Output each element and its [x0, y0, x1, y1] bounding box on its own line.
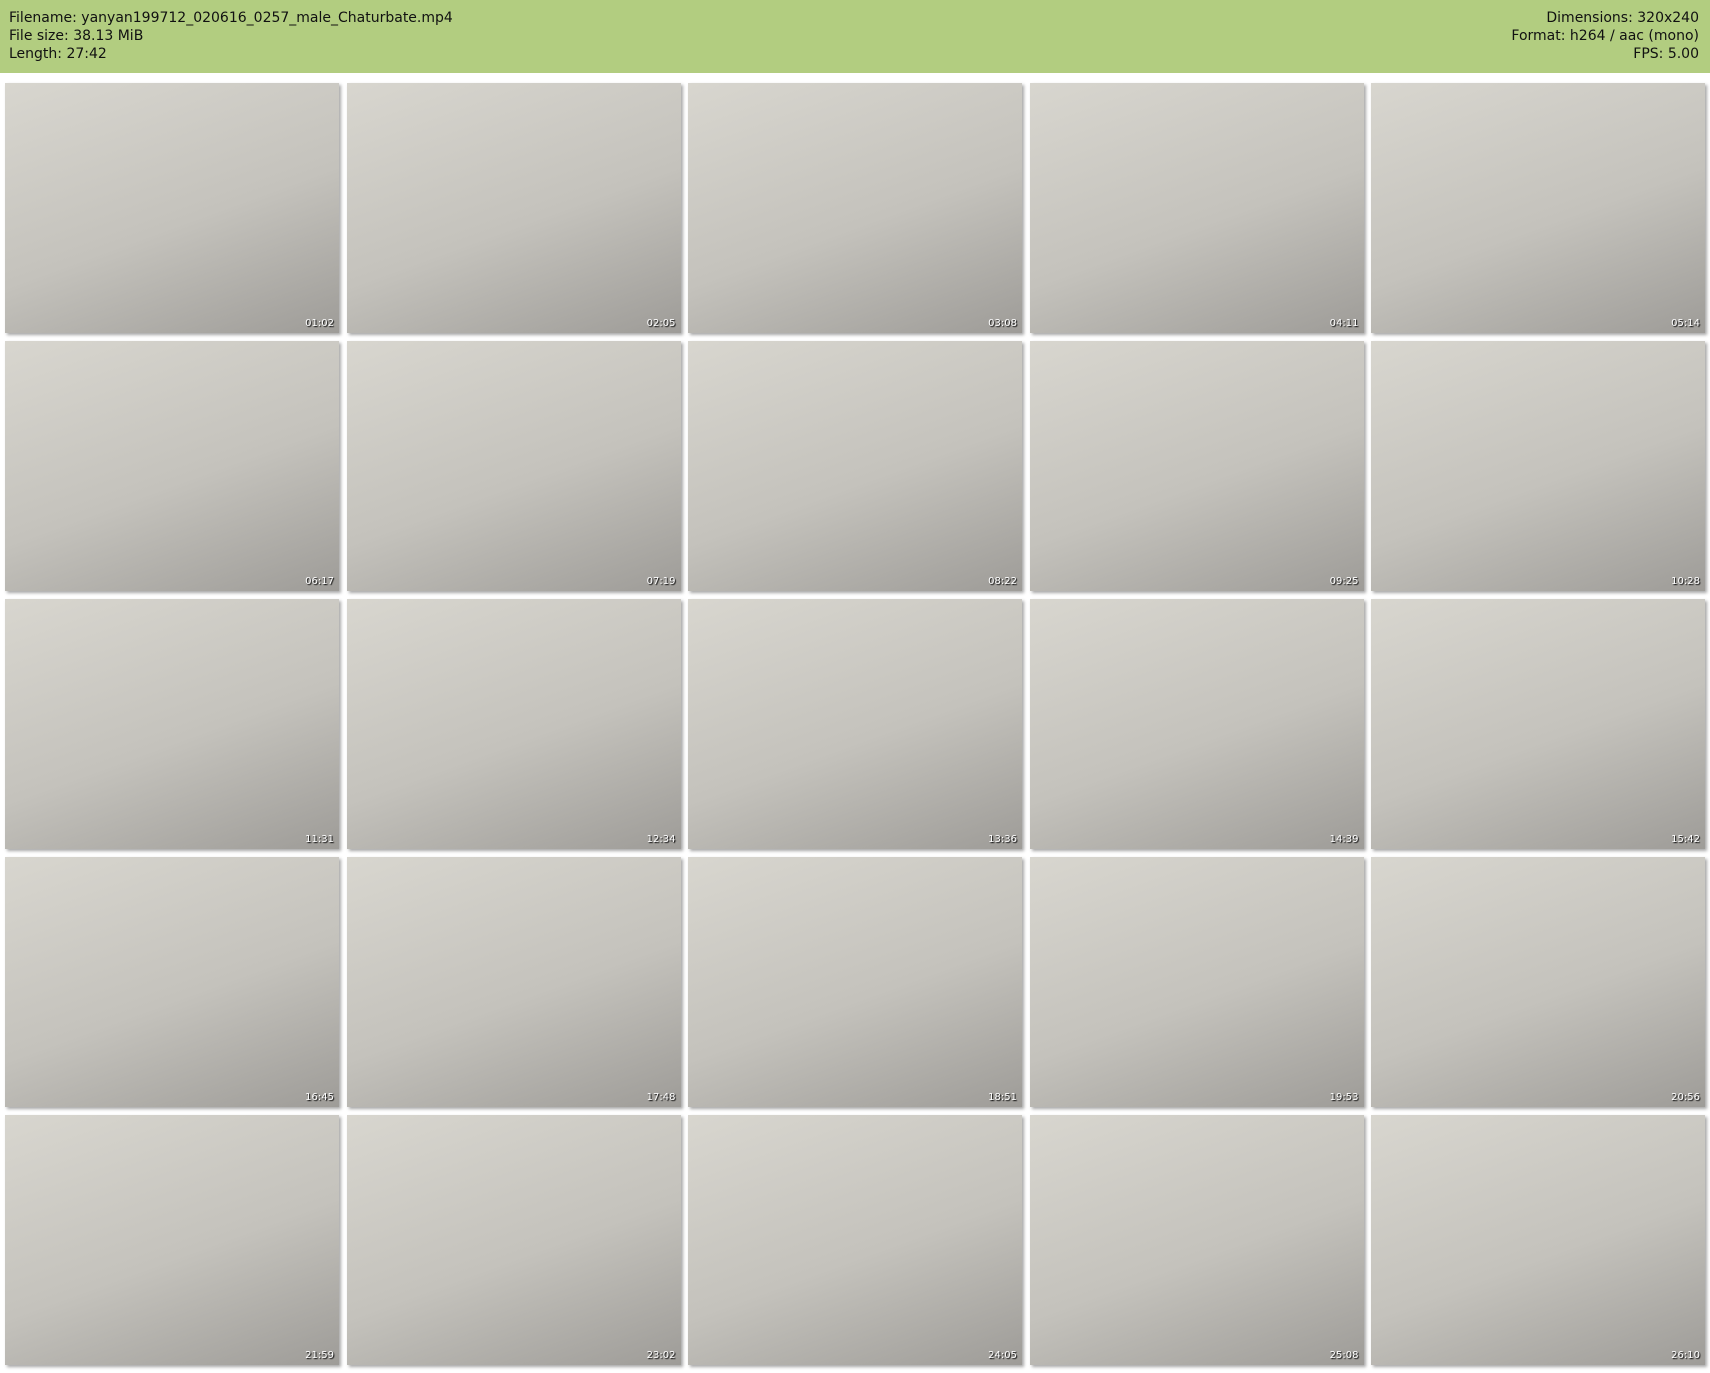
dimensions: Dimensions: 320x240: [1546, 10, 1699, 26]
thumbnail-grid: 01:02 02:05 03:08 04:11 05:14 06:17 07:19 08:22…: [5, 83, 1705, 1365]
timestamp: 14:39: [1329, 834, 1359, 845]
timestamp: 20:56: [1671, 1092, 1700, 1103]
video-thumbnail[interactable]: 20:56: [1371, 857, 1705, 1107]
video-thumbnail[interactable]: 13:36: [688, 599, 1022, 849]
timestamp: 18:51: [988, 1092, 1017, 1103]
video-thumbnail[interactable]: 18:51: [688, 857, 1022, 1107]
timestamp: 23:02: [646, 1350, 676, 1361]
video-thumbnail[interactable]: 07:19: [346, 341, 681, 591]
video-thumbnail[interactable]: 01:02: [5, 83, 339, 333]
timestamp: 04:11: [1329, 318, 1359, 329]
timestamp: 06:17: [305, 576, 334, 587]
video-thumbnail[interactable]: 23:02: [346, 1115, 681, 1365]
timestamp: 25:08: [1329, 1350, 1359, 1361]
video-thumbnail[interactable]: 10:28: [1371, 341, 1705, 591]
video-thumbnail[interactable]: 24:05: [688, 1115, 1022, 1365]
timestamp: 15:42: [1671, 834, 1700, 845]
video-thumbnail[interactable]: 12:34: [346, 599, 681, 849]
video-thumbnail[interactable]: 26:10: [1371, 1115, 1705, 1365]
timestamp: 13:36: [988, 834, 1017, 845]
timestamp: 09:25: [1329, 576, 1359, 587]
filename: Filename: yanyan199712_020616_0257_male_…: [9, 10, 453, 26]
video-thumbnail[interactable]: 09:25: [1029, 341, 1364, 591]
video-thumbnail[interactable]: 06:17: [5, 341, 339, 591]
timestamp: 12:34: [646, 834, 676, 845]
file-info-left: Filename: yanyan199712_020616_0257_male_…: [9, 9, 453, 63]
timestamp: 26:10: [1671, 1350, 1700, 1361]
timestamp: 24:05: [988, 1350, 1017, 1361]
timestamp: 16:45: [305, 1092, 334, 1103]
video-thumbnail[interactable]: 17:48: [346, 857, 681, 1107]
video-thumbnail[interactable]: 08:22: [688, 341, 1022, 591]
format: Format: h264 / aac (mono): [1511, 28, 1699, 44]
file-info-right: Dimensions: 320x240 Format: h264 / aac (…: [1511, 9, 1699, 63]
length: Length: 27:42: [9, 46, 107, 62]
timestamp: 10:28: [1671, 576, 1700, 587]
video-thumbnail[interactable]: 04:11: [1029, 83, 1364, 333]
video-thumbnail[interactable]: 16:45: [5, 857, 339, 1107]
timestamp: 01:02: [305, 318, 334, 329]
video-thumbnail[interactable]: 05:14: [1371, 83, 1705, 333]
timestamp: 02:05: [646, 318, 676, 329]
video-thumbnail[interactable]: 15:42: [1371, 599, 1705, 849]
video-thumbnail[interactable]: 02:05: [346, 83, 681, 333]
timestamp: 17:48: [646, 1092, 676, 1103]
filesize: File size: 38.13 MiB: [9, 28, 144, 44]
video-thumbnail[interactable]: 14:39: [1029, 599, 1364, 849]
video-thumbnail[interactable]: 11:31: [5, 599, 339, 849]
timestamp: 19:53: [1329, 1092, 1359, 1103]
timestamp: 03:08: [988, 318, 1017, 329]
info-header: Filename: yanyan199712_020616_0257_male_…: [0, 0, 1710, 73]
fps: FPS: 5.00: [1633, 46, 1699, 62]
timestamp: 08:22: [988, 576, 1017, 587]
video-thumbnail[interactable]: 03:08: [688, 83, 1022, 333]
timestamp: 21:59: [305, 1350, 334, 1361]
video-thumbnail[interactable]: 25:08: [1029, 1115, 1364, 1365]
timestamp: 11:31: [305, 834, 334, 845]
timestamp: 07:19: [646, 576, 676, 587]
video-thumbnail[interactable]: 21:59: [5, 1115, 339, 1365]
timestamp: 05:14: [1671, 318, 1700, 329]
video-thumbnail[interactable]: 19:53: [1029, 857, 1364, 1107]
